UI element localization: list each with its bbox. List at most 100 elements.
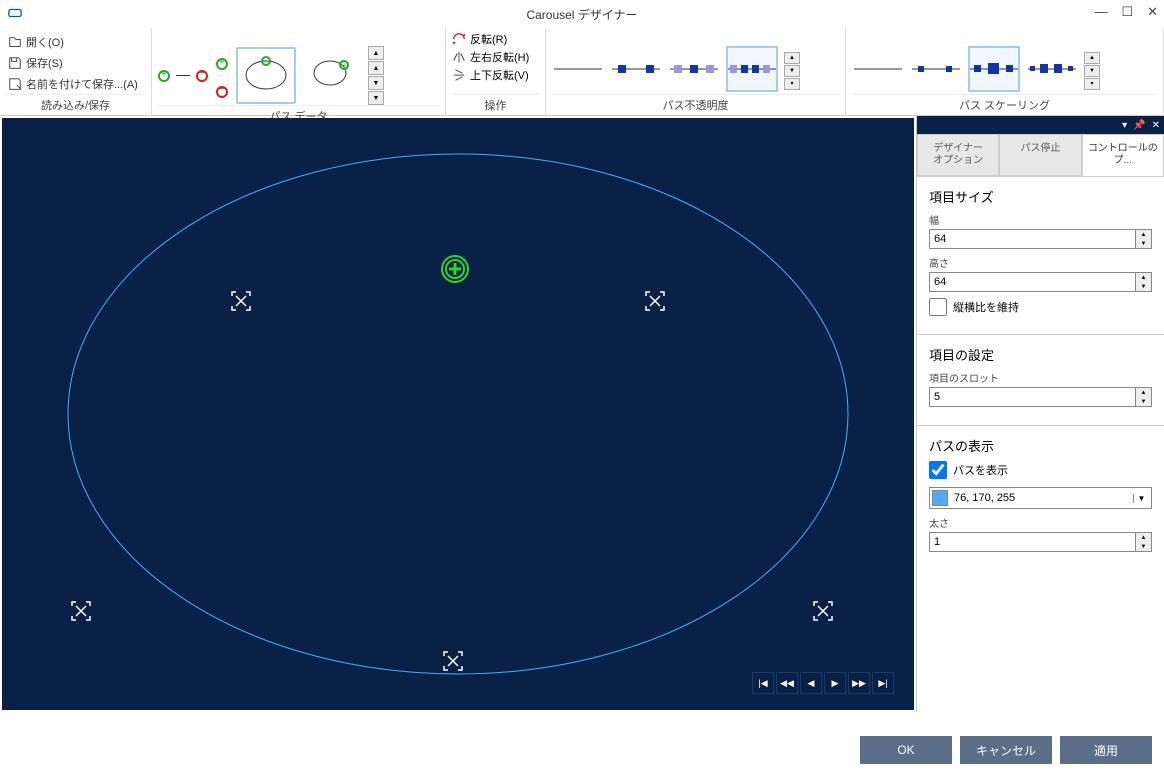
- opacity-group: ▲▼▾ パス不透明度: [546, 28, 846, 115]
- slot-input[interactable]: ▲▼: [929, 387, 1152, 407]
- height-field[interactable]: [930, 273, 1135, 291]
- invert-label: 反転(R): [470, 31, 507, 47]
- tab-control-prop[interactable]: コントロールのプ...: [1082, 134, 1164, 176]
- handle-marker[interactable]: [228, 288, 254, 319]
- ellipse-template-1[interactable]: +: [236, 47, 296, 104]
- width-field[interactable]: [930, 230, 1135, 248]
- show-path-checkbox[interactable]: パスを表示: [929, 461, 1152, 479]
- open-label: 開く(O): [26, 34, 64, 50]
- tab-designer-options[interactable]: デザイナー オプション: [917, 134, 999, 176]
- rewind-button[interactable]: ◀◀: [776, 672, 798, 694]
- flip-h-icon: [452, 50, 466, 64]
- last-button[interactable]: ▶|: [872, 672, 894, 694]
- ellipse-template-2[interactable]: +: [304, 49, 360, 102]
- spin-up[interactable]: ▲: [1135, 533, 1151, 542]
- add-remove-pair[interactable]: [158, 70, 208, 82]
- keep-ratio-input[interactable]: [929, 298, 947, 316]
- panel-header: ▾ 📌 ✕: [917, 116, 1164, 134]
- path-display-title: パスの表示: [929, 436, 1152, 455]
- color-dropdown-icon[interactable]: ▼: [1133, 494, 1149, 503]
- prev-button[interactable]: ◀: [800, 672, 822, 694]
- ribbon: 開く(O) 保存(S) 名前を付けて保存...(A) 読み込み/保存: [0, 28, 1164, 116]
- next-button[interactable]: ▶: [824, 672, 846, 694]
- save-as-button[interactable]: 名前を付けて保存...(A): [6, 74, 140, 94]
- save-as-label: 名前を付けて保存...(A): [26, 76, 138, 92]
- item-settings-title: 項目の設定: [929, 345, 1152, 364]
- scaling-spinner[interactable]: ▲▼▾: [1084, 52, 1100, 90]
- slot-field[interactable]: [930, 388, 1135, 406]
- item-size-section: 項目サイズ 幅 ▲▼ 高さ ▲▼ 縦横比を維持: [929, 187, 1152, 316]
- cancel-button[interactable]: キャンセル: [960, 736, 1052, 764]
- maximize-button[interactable]: ☐: [1121, 4, 1133, 20]
- height-input[interactable]: ▲▼: [929, 272, 1152, 292]
- height-label: 高さ: [929, 255, 1152, 270]
- show-path-input[interactable]: [929, 461, 947, 479]
- handle-marker[interactable]: [440, 648, 466, 679]
- opacity-item-2[interactable]: [610, 46, 662, 92]
- path-display-section: パスの表示 パスを表示 76, 170, 255 ▼ 太さ ▲▼: [929, 436, 1152, 552]
- invert-button[interactable]: 反転(R): [452, 30, 507, 48]
- color-swatch: [932, 490, 948, 506]
- flip-h-button[interactable]: 左右反転(H): [452, 48, 529, 66]
- panel-pin-icon[interactable]: 📌: [1133, 120, 1145, 131]
- first-button[interactable]: |◀: [752, 672, 774, 694]
- operations-group: 反転(R) 左右反転(H) 上下反転(V) 操作: [446, 28, 546, 115]
- scaling-label: パス スケーリング: [852, 94, 1157, 115]
- save-icon: [8, 56, 22, 70]
- forward-button[interactable]: ▶▶: [848, 672, 870, 694]
- spin-up[interactable]: ▲: [1135, 388, 1151, 397]
- slot-label: 項目のスロット: [929, 370, 1152, 385]
- thickness-field[interactable]: [930, 533, 1135, 551]
- width-label: 幅: [929, 212, 1152, 227]
- svg-text:+: +: [264, 57, 269, 66]
- path-color-input[interactable]: 76, 170, 255 ▼: [929, 487, 1152, 509]
- save-button[interactable]: 保存(S): [6, 53, 65, 73]
- show-path-label: パスを表示: [953, 462, 1008, 478]
- color-value: 76, 170, 255: [954, 492, 1127, 504]
- path-ellipse: [38, 134, 878, 694]
- file-ops-group: 開く(O) 保存(S) 名前を付けて保存...(A) 読み込み/保存: [0, 28, 152, 115]
- minimize-button[interactable]: —: [1094, 4, 1107, 20]
- flip-v-button[interactable]: 上下反転(V): [452, 66, 529, 84]
- ok-button[interactable]: OK: [860, 736, 952, 764]
- start-point-marker[interactable]: [440, 254, 470, 284]
- handle-marker[interactable]: [68, 598, 94, 629]
- operations-label: 操作: [452, 94, 539, 115]
- spin-up[interactable]: ▲: [1135, 230, 1151, 239]
- canvas[interactable]: |◀ ◀◀ ◀ ▶ ▶▶ ▶|: [2, 118, 914, 710]
- scaling-item-1[interactable]: [852, 46, 904, 92]
- spin-up[interactable]: ▲: [1135, 273, 1151, 282]
- tab-path-stop[interactable]: パス停止: [999, 134, 1081, 176]
- scaling-item-4[interactable]: [1026, 46, 1078, 92]
- spin-down[interactable]: ▼: [1135, 239, 1151, 248]
- close-button[interactable]: ✕: [1147, 4, 1158, 20]
- save-as-icon: [8, 77, 22, 91]
- panel-menu-icon[interactable]: ▾: [1122, 120, 1127, 131]
- apply-button[interactable]: 適用: [1060, 736, 1152, 764]
- keep-ratio-label: 縦横比を維持: [953, 299, 1019, 315]
- side-panel: ▾ 📌 ✕ デザイナー オプション パス停止 コントロールのプ... 項目サイズ…: [916, 116, 1164, 712]
- width-input[interactable]: ▲▼: [929, 229, 1152, 249]
- keep-ratio-checkbox[interactable]: 縦横比を維持: [929, 298, 1152, 316]
- opacity-item-4[interactable]: [726, 46, 778, 92]
- handle-marker[interactable]: [810, 598, 836, 629]
- spin-down[interactable]: ▼: [1135, 397, 1151, 406]
- open-button[interactable]: 開く(O): [6, 32, 66, 52]
- opacity-item-3[interactable]: [668, 46, 720, 92]
- item-settings-section: 項目の設定 項目のスロット ▲▼: [929, 345, 1152, 407]
- titlebar: Carousel デザイナー — ☐ ✕: [0, 0, 1164, 28]
- spin-down[interactable]: ▼: [1135, 282, 1151, 291]
- remove-point-icon[interactable]: [216, 86, 228, 98]
- add-point-icon[interactable]: [216, 58, 228, 70]
- scaling-item-3[interactable]: [968, 46, 1020, 92]
- thickness-input[interactable]: ▲▼: [929, 532, 1152, 552]
- scaling-item-2[interactable]: [910, 46, 962, 92]
- opacity-label: パス不透明度: [552, 94, 839, 115]
- flip-h-label: 左右反転(H): [470, 49, 529, 65]
- opacity-spinner[interactable]: ▲▼▾: [784, 52, 800, 90]
- handle-marker[interactable]: [642, 288, 668, 319]
- panel-close-icon[interactable]: ✕: [1152, 120, 1160, 131]
- spin-down[interactable]: ▼: [1135, 542, 1151, 551]
- opacity-item-1[interactable]: [552, 46, 604, 92]
- path-data-spinner[interactable]: ▲▲▼▼: [368, 46, 384, 105]
